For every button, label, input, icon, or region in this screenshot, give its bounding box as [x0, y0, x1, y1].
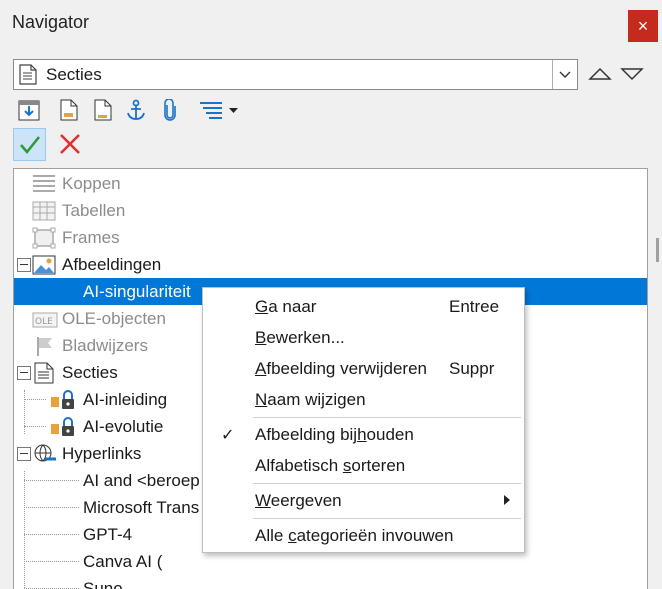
- previous-item-button[interactable]: [588, 66, 612, 86]
- section-document-icon: [34, 362, 54, 389]
- combo-value: Secties: [46, 65, 102, 84]
- menu-item-view[interactable]: Weergeven: [203, 486, 524, 516]
- menu-item-collapse-all[interactable]: Alle categorieën invouwen: [203, 521, 524, 551]
- tree-item-label: Bladwijzers: [62, 336, 148, 355]
- cancel-button[interactable]: [56, 130, 84, 163]
- combo-dropdown-button[interactable]: [552, 60, 577, 89]
- menu-item-label: Afbeelding bijhouden: [255, 425, 414, 444]
- collapse-toggle[interactable]: [17, 258, 31, 272]
- tree-item-label: Frames: [62, 228, 120, 247]
- menu-separator: [253, 518, 521, 519]
- tree-item-hyperlink[interactable]: Suno: [14, 575, 647, 589]
- outline-list-icon: [200, 102, 238, 119]
- check-icon: [19, 135, 40, 154]
- heading-levels-dropdown[interactable]: [197, 96, 243, 124]
- tree-item-label: AI and <beroep: [83, 471, 200, 490]
- tree-category-tables[interactable]: Tabellen: [14, 197, 647, 224]
- window-title: Navigator: [12, 12, 90, 32]
- title-bar: Navigator ×: [0, 0, 662, 46]
- menu-item-label: Ga naar: [255, 297, 317, 316]
- tree-item-label: Secties: [62, 363, 118, 382]
- menu-item-label: Alle categorieën invouwen: [255, 526, 454, 545]
- scrollbar-thumb[interactable]: [656, 238, 659, 262]
- menu-item-edit[interactable]: Bewerken...: [203, 323, 524, 353]
- page-icon[interactable]: [57, 96, 81, 124]
- collapse-toggle[interactable]: [17, 447, 31, 461]
- tree-item-label: Afbeeldingen: [62, 255, 162, 274]
- triangle-down-icon: [620, 68, 644, 81]
- context-menu: Ga naar Entree Bewerken... Afbeelding ve…: [202, 287, 525, 553]
- tree-item-label: Hyperlinks: [62, 444, 142, 463]
- menu-item-label: Afbeelding verwijderen: [255, 359, 427, 378]
- ole-icon: OLE: [32, 308, 58, 335]
- menu-item-delete-image[interactable]: Afbeelding verwijderen Suppr: [203, 354, 524, 384]
- next-item-button[interactable]: [620, 66, 644, 86]
- tree-category-headings[interactable]: Koppen: [14, 170, 647, 197]
- menu-item-sort-alphabetically[interactable]: Alfabetisch sorteren: [203, 451, 524, 481]
- menu-shortcut: Entree: [449, 297, 500, 316]
- triangle-up-icon: [588, 67, 612, 80]
- tree-item-label: Suno: [83, 579, 123, 589]
- menu-item-track-image[interactable]: ✓ Afbeelding bijhouden: [203, 420, 524, 450]
- image-icon: [32, 254, 56, 281]
- confirm-button[interactable]: [13, 128, 46, 161]
- close-icon: ×: [637, 16, 649, 36]
- tree-item-label: AI-inleiding: [83, 390, 168, 409]
- page-footer-icon[interactable]: [91, 96, 115, 124]
- headings-icon: [32, 173, 56, 200]
- tree-item-label: Microsoft Trans: [83, 498, 200, 517]
- table-icon: [32, 200, 56, 227]
- tree-category-images[interactable]: Afbeeldingen: [14, 251, 647, 278]
- menu-item-label: Weergeven: [255, 491, 342, 510]
- tree-item-label: GPT-4: [83, 525, 133, 544]
- tree-item-label: Tabellen: [62, 201, 126, 220]
- section-lock-icon: [50, 416, 78, 443]
- hyperlink-globe-icon: [32, 443, 58, 470]
- insert-icon[interactable]: [15, 96, 43, 124]
- submenu-arrow-icon: [504, 495, 510, 505]
- tree-item-label: Koppen: [62, 174, 121, 193]
- document-icon: [19, 64, 37, 90]
- menu-item-label: Bewerken...: [255, 328, 345, 347]
- tree-item-label: AI-singulariteit: [83, 282, 191, 301]
- tree-category-frames[interactable]: Frames: [14, 224, 647, 251]
- menu-separator: [253, 417, 521, 418]
- close-button[interactable]: ×: [628, 10, 658, 42]
- tree-item-label: OLE-objecten: [62, 309, 166, 328]
- menu-separator: [253, 483, 521, 484]
- menu-item-rename[interactable]: Naam wijzigen: [203, 385, 524, 415]
- content-navigation-combo[interactable]: Secties: [13, 59, 578, 90]
- bookmark-flag-icon: [32, 335, 56, 362]
- anchor-icon[interactable]: [124, 96, 148, 124]
- menu-shortcut: Suppr: [449, 359, 495, 378]
- checkmark-icon: ✓: [221, 427, 235, 444]
- menu-item-goto[interactable]: Ga naar Entree: [203, 292, 524, 322]
- menu-item-label: Alfabetisch sorteren: [255, 456, 406, 475]
- collapse-toggle[interactable]: [17, 366, 31, 380]
- menu-item-label: Naam wijzigen: [255, 390, 366, 409]
- chevron-down-icon: [559, 71, 571, 78]
- tree-item-label: AI-evolutie: [83, 417, 164, 436]
- tree-item-label: Canva AI (: [83, 552, 163, 571]
- close-x-icon: [60, 134, 80, 154]
- paperclip-icon[interactable]: [158, 96, 182, 124]
- frame-icon: [32, 227, 56, 254]
- svg-text:OLE: OLE: [35, 317, 53, 327]
- section-lock-icon: [50, 389, 78, 416]
